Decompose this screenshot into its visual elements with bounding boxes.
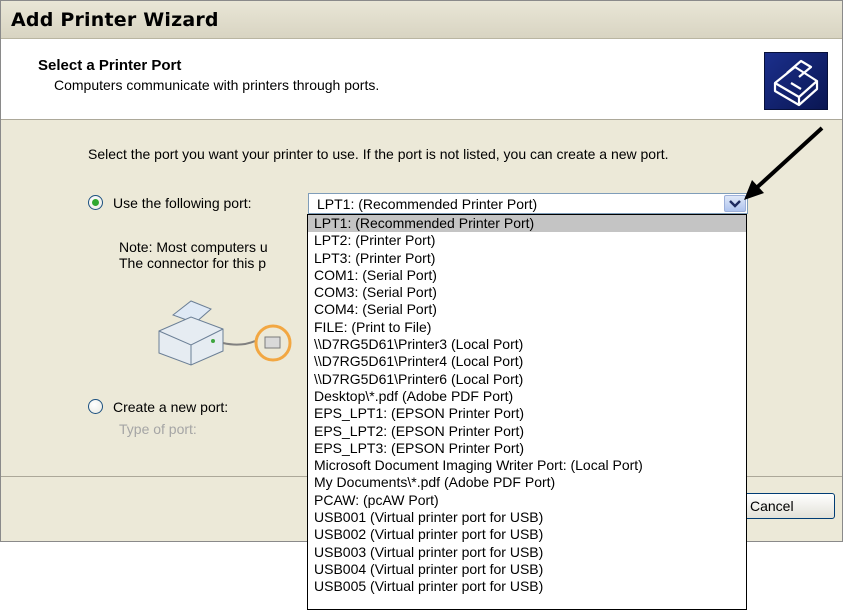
note-line-2: The connector for this p <box>119 255 267 271</box>
port-option[interactable]: \\D7RG5D61\Printer6 (Local Port) <box>308 371 746 388</box>
port-note: Note: Most computers u The connector for… <box>119 239 268 271</box>
port-option[interactable]: COM1: (Serial Port) <box>308 267 746 284</box>
cancel-button-label: Cancel <box>750 498 794 514</box>
port-option[interactable]: LPT1: (Recommended Printer Port) <box>308 215 746 233</box>
radio-selected-dot <box>92 199 99 206</box>
type-of-port-label: Type of port: <box>119 421 197 437</box>
port-option[interactable]: USB003 (Virtual printer port for USB) <box>308 544 746 561</box>
port-select-value: LPT1: (Recommended Printer Port) <box>317 196 538 212</box>
port-option[interactable]: LPT3: (Printer Port) <box>308 250 746 267</box>
dropdown-button[interactable] <box>724 195 746 212</box>
printer-wizard-logo-icon <box>764 52 828 110</box>
page-subtitle: Computers communicate with printers thro… <box>54 77 380 93</box>
port-dropdown-list[interactable]: LPT1: (Recommended Printer Port) LPT2: (P… <box>307 214 747 610</box>
port-option[interactable]: COM4: (Serial Port) <box>308 301 746 318</box>
port-option[interactable]: \\D7RG5D61\Printer4 (Local Port) <box>308 353 746 370</box>
instructions-text: Select the port you want your printer to… <box>88 146 669 162</box>
port-option[interactable]: Microsoft Document Imaging Writer Port: … <box>308 457 746 474</box>
title-bar[interactable]: Add Printer Wizard <box>1 1 842 39</box>
port-option[interactable]: FILE: (Print to File) <box>308 319 746 336</box>
create-new-port-radio[interactable] <box>88 399 103 414</box>
use-following-port-radio[interactable] <box>88 195 103 210</box>
printer-connector-illustration-icon <box>151 291 311 381</box>
port-option[interactable]: USB004 (Virtual printer port for USB) <box>308 561 746 578</box>
port-option[interactable]: COM3: (Serial Port) <box>308 284 746 301</box>
chevron-down-icon <box>729 200 741 208</box>
port-option[interactable]: \\D7RG5D61\Printer3 (Local Port) <box>308 336 746 353</box>
port-option[interactable]: PCAW: (pcAW Port) <box>308 492 746 509</box>
note-line-1: Note: Most computers u <box>119 239 268 255</box>
port-option[interactable]: EPS_LPT1: (EPSON Printer Port) <box>308 405 746 422</box>
port-option[interactable]: USB002 (Virtual printer port for USB) <box>308 526 746 543</box>
port-option[interactable]: USB001 (Virtual printer port for USB) <box>308 509 746 526</box>
create-new-port-label[interactable]: Create a new port: <box>113 399 228 415</box>
port-option[interactable]: LPT2: (Printer Port) <box>308 232 746 249</box>
port-options: LPT1: (Recommended Printer Port) LPT2: (P… <box>308 215 746 596</box>
use-following-port-label[interactable]: Use the following port: <box>113 195 252 211</box>
port-option[interactable]: EPS_LPT2: (EPSON Printer Port) <box>308 423 746 440</box>
port-option[interactable]: EPS_LPT3: (EPSON Printer Port) <box>308 440 746 457</box>
port-option[interactable]: My Documents\*.pdf (Adobe PDF Port) <box>308 474 746 491</box>
page-title: Select a Printer Port <box>38 57 182 74</box>
port-option[interactable]: Desktop\*.pdf (Adobe PDF Port) <box>308 388 746 405</box>
wizard-header: Select a Printer Port Computers communic… <box>1 39 842 120</box>
port-option[interactable]: USB005 (Virtual printer port for USB) <box>308 578 746 595</box>
port-select[interactable]: LPT1: (Recommended Printer Port) <box>308 193 748 214</box>
window-title: Add Printer Wizard <box>11 9 219 31</box>
